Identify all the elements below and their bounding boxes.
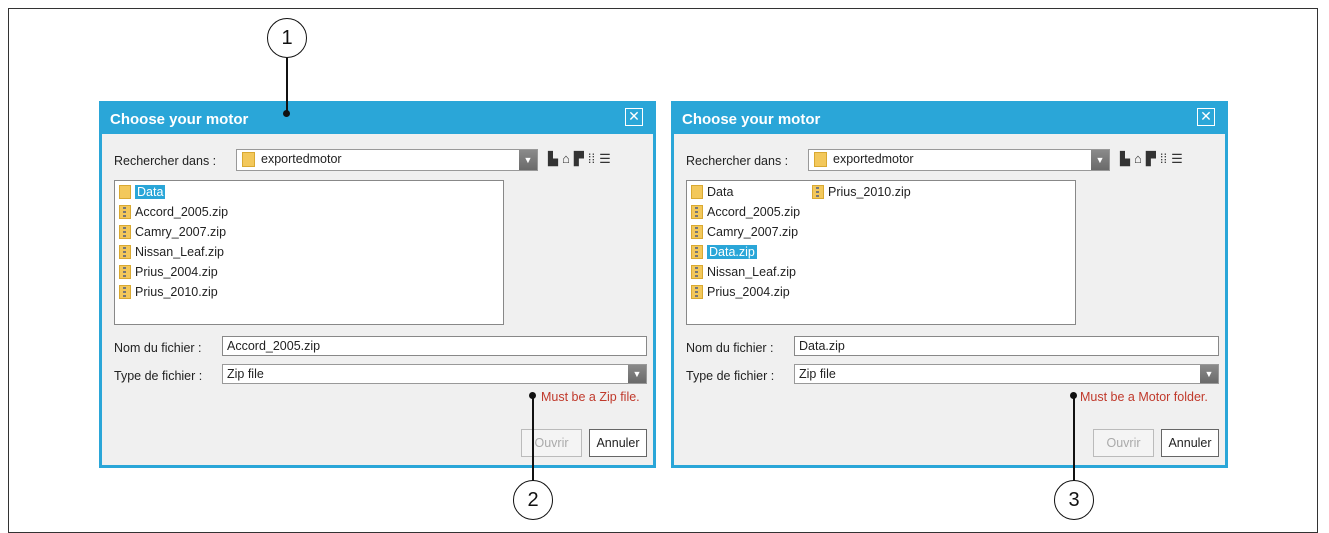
dialog-title: Choose your motor	[682, 111, 821, 128]
dialog-titlebar: Choose your motor ✕	[674, 104, 1225, 134]
zip-file-icon	[691, 225, 703, 239]
folder-icon	[242, 152, 255, 167]
close-icon[interactable]: ✕	[625, 108, 643, 126]
zip-file-icon	[119, 205, 131, 219]
list-item[interactable]: Prius_2010.zip	[119, 283, 218, 301]
filename-label: Nom du fichier :	[114, 341, 202, 355]
callout-2-leader	[532, 396, 534, 481]
list-item[interactable]: Data.zip	[691, 243, 757, 261]
folder-icon	[119, 185, 131, 199]
folder-icon	[691, 185, 703, 199]
filetype-label: Type de fichier :	[686, 369, 775, 383]
new-folder-icon[interactable]: ▛	[1146, 152, 1156, 166]
look-in-value: exportedmotor	[833, 152, 914, 166]
list-view-icon[interactable]: ⁞⁞	[1160, 152, 1167, 166]
chevron-down-icon[interactable]: ▼	[628, 365, 646, 383]
filetype-select[interactable]: Zip file ▼	[222, 364, 647, 384]
callout-1: 1	[267, 18, 307, 58]
list-item[interactable]: Data	[691, 183, 733, 201]
zip-file-icon	[691, 245, 703, 259]
file-list[interactable]: Data Accord_2005.zip Camry_2007.zip Data…	[686, 180, 1076, 325]
cancel-button[interactable]: Annuler	[1161, 429, 1219, 457]
filename-label: Nom du fichier :	[686, 341, 774, 355]
look-in-label: Rechercher dans :	[114, 154, 217, 168]
filename-input[interactable]: Data.zip	[794, 336, 1219, 356]
callout-1-leader	[286, 58, 288, 113]
zip-file-icon	[119, 265, 131, 279]
open-button[interactable]: Ouvrir	[1093, 429, 1154, 457]
list-item[interactable]: Nissan_Leaf.zip	[119, 243, 224, 261]
error-message: Must be a Motor folder.	[1080, 390, 1208, 404]
folder-icon	[814, 152, 827, 167]
zip-file-icon	[119, 245, 131, 259]
callout-2-dot	[529, 392, 536, 399]
up-folder-icon[interactable]: ▙	[548, 152, 558, 166]
cancel-button[interactable]: Annuler	[589, 429, 647, 457]
list-item[interactable]: Camry_2007.zip	[119, 223, 226, 241]
look-in-combo[interactable]: exportedmotor ▼	[808, 149, 1110, 171]
list-view-icon[interactable]: ⁞⁞	[588, 152, 595, 166]
home-icon[interactable]: ⌂	[1134, 152, 1142, 166]
list-item[interactable]: Accord_2005.zip	[119, 203, 228, 221]
file-dialog-left: Choose your motor ✕ Rechercher dans : ex…	[99, 101, 656, 468]
dialog-titlebar: Choose your motor ✕	[102, 104, 653, 134]
new-folder-icon[interactable]: ▛	[574, 152, 584, 166]
callout-3-leader	[1073, 396, 1075, 481]
file-dialog-right: Choose your motor ✕ Rechercher dans : ex…	[671, 101, 1228, 468]
look-in-value: exportedmotor	[261, 152, 342, 166]
dialog-title: Choose your motor	[110, 111, 249, 128]
list-item[interactable]: Data	[119, 183, 166, 201]
close-icon[interactable]: ✕	[1197, 108, 1215, 126]
up-folder-icon[interactable]: ▙	[1120, 152, 1130, 166]
callout-3-dot	[1070, 392, 1077, 399]
list-item[interactable]: Nissan_Leaf.zip	[691, 263, 796, 281]
filetype-label: Type de fichier :	[114, 369, 203, 383]
list-item[interactable]: Accord_2005.zip	[691, 203, 800, 221]
filetype-select[interactable]: Zip file ▼	[794, 364, 1219, 384]
file-list[interactable]: Data Accord_2005.zip Camry_2007.zip Niss…	[114, 180, 504, 325]
look-in-combo[interactable]: exportedmotor ▼	[236, 149, 538, 171]
list-item[interactable]: Prius_2004.zip	[119, 263, 218, 281]
zip-file-icon	[119, 225, 131, 239]
toolbar-icons: ▙ ⌂ ▛ ⁞⁞ ☰	[548, 152, 611, 166]
zip-file-icon	[691, 285, 703, 299]
home-icon[interactable]: ⌂	[562, 152, 570, 166]
callout-3: 3	[1054, 480, 1094, 520]
zip-file-icon	[691, 205, 703, 219]
list-item[interactable]: Camry_2007.zip	[691, 223, 798, 241]
zip-file-icon	[812, 185, 824, 199]
filename-input[interactable]: Accord_2005.zip	[222, 336, 647, 356]
toolbar-icons: ▙ ⌂ ▛ ⁞⁞ ☰	[1120, 152, 1183, 166]
chevron-down-icon[interactable]: ▼	[1200, 365, 1218, 383]
list-item[interactable]: Prius_2010.zip	[812, 183, 911, 201]
look-in-label: Rechercher dans :	[686, 154, 789, 168]
chevron-down-icon[interactable]: ▼	[519, 150, 537, 170]
details-view-icon[interactable]: ☰	[1171, 152, 1183, 166]
chevron-down-icon[interactable]: ▼	[1091, 150, 1109, 170]
error-message: Must be a Zip file.	[541, 390, 640, 404]
callout-2: 2	[513, 480, 553, 520]
zip-file-icon	[691, 265, 703, 279]
list-item[interactable]: Prius_2004.zip	[691, 283, 790, 301]
open-button[interactable]: Ouvrir	[521, 429, 582, 457]
zip-file-icon	[119, 285, 131, 299]
details-view-icon[interactable]: ☰	[599, 152, 611, 166]
callout-1-dot	[283, 110, 290, 117]
